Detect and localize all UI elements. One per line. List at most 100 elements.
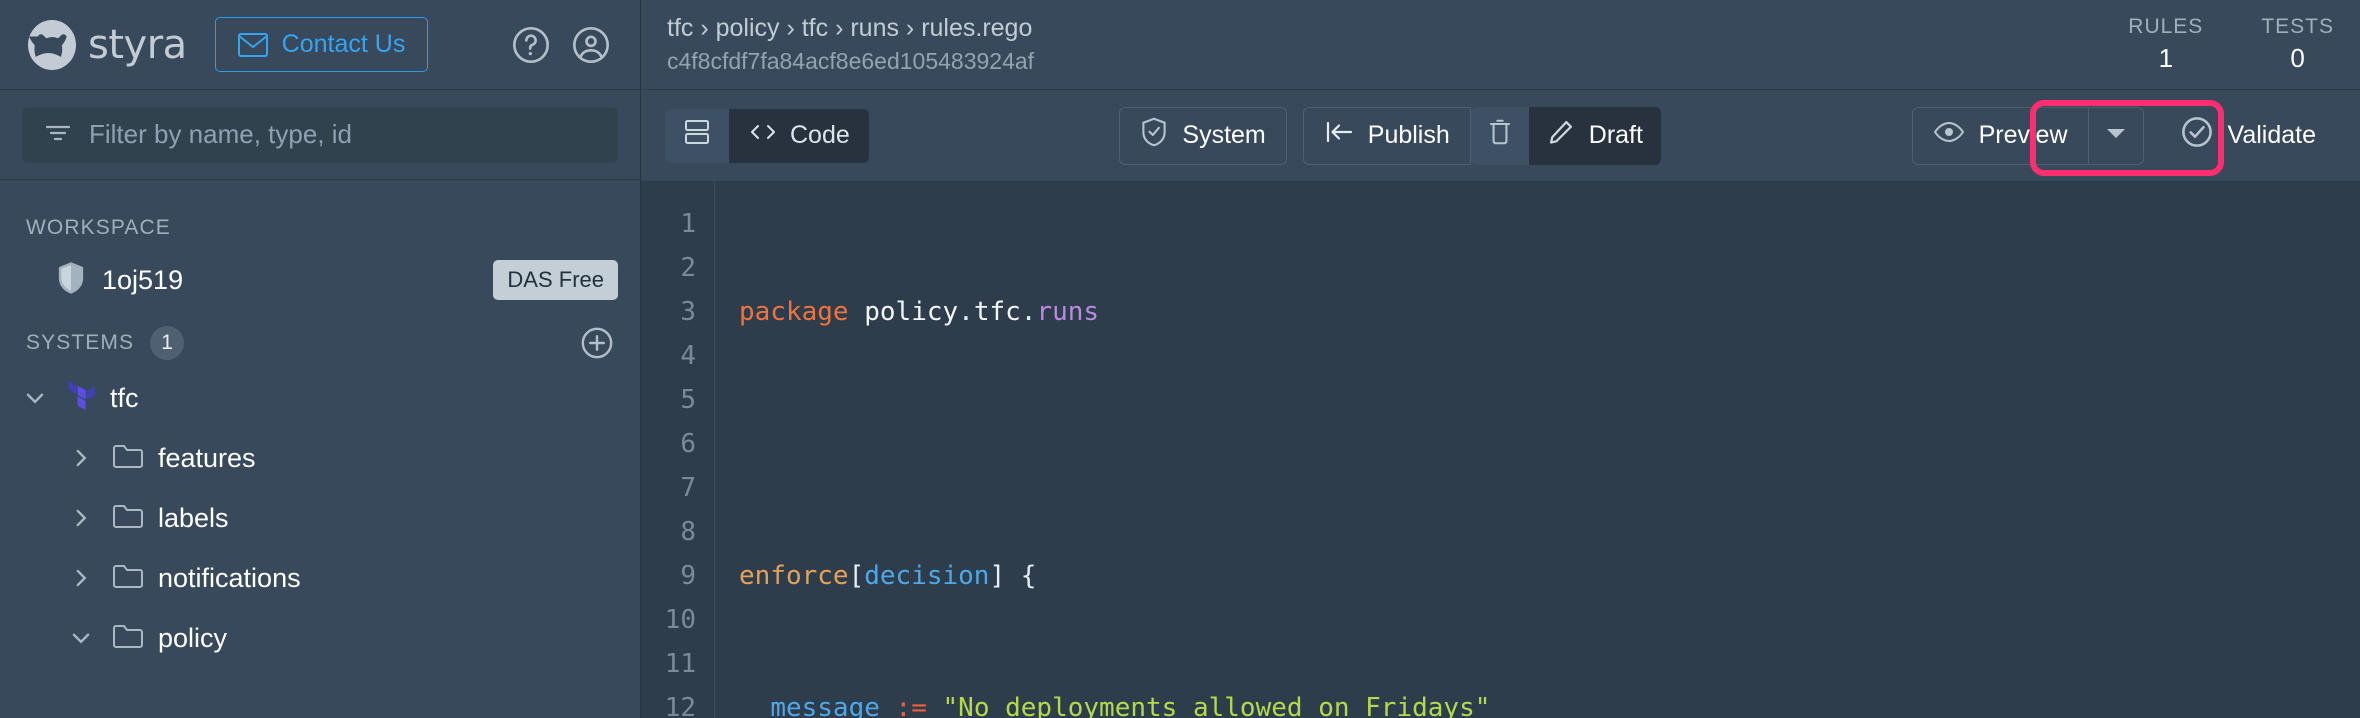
app-logo[interactable]: styra — [26, 19, 187, 71]
line-number: 9 — [680, 561, 696, 591]
check-circle-icon — [2180, 115, 2214, 156]
stat-tests-value: 0 — [2290, 43, 2305, 73]
filter-icon — [43, 120, 73, 149]
chevron-down-icon[interactable] — [18, 385, 52, 411]
main-panel: tfc › policy › tfc › runs › rules.rego c… — [640, 0, 2360, 718]
plus-circle-icon[interactable] — [580, 326, 614, 360]
sidebar-tree: WORKSPACE 1oj519 DAS Free SYSTEMS 1 tfc … — [0, 180, 640, 718]
view-mode-toggle-group: Code — [665, 108, 869, 163]
systems-section-header: SYSTEMS 1 — [0, 312, 640, 368]
publish-arrow-icon — [1324, 119, 1354, 152]
styra-bull-logo-icon — [26, 19, 78, 71]
contact-us-button[interactable]: Contact Us — [214, 17, 429, 72]
stat-rules-value: 1 — [2158, 43, 2174, 73]
line-number: 2 — [680, 253, 696, 283]
line-number: 8 — [680, 517, 696, 547]
systems-section-label: SYSTEMS — [26, 331, 135, 354]
code-line: message := "No deployments allowed on Fr… — [770, 693, 1491, 718]
breadcrumb-bar: tfc › policy › tfc › runs › rules.rego c… — [641, 0, 2360, 90]
chevron-right-icon[interactable] — [64, 505, 98, 531]
split-panel-icon — [684, 118, 710, 153]
filter-bar — [0, 90, 640, 180]
code-line: package policy.tfc.runs — [739, 297, 1100, 327]
folder-icon — [112, 502, 144, 535]
terraform-icon — [66, 379, 96, 418]
workspace-name: 1oj519 — [102, 264, 184, 295]
code-view-label: Code — [790, 121, 850, 149]
trash-icon — [1487, 117, 1513, 154]
stat-tests-label: TESTS — [2261, 15, 2334, 38]
line-number-gutter: 1 2 3 4 5 6 7 8 9 10 11 12 — [641, 182, 715, 718]
code-editor[interactable]: 1 2 3 4 5 6 7 8 9 10 11 12 package polic… — [641, 182, 2360, 718]
line-number: 10 — [664, 605, 696, 635]
stat-tests: TESTS 0 — [2261, 15, 2334, 74]
sidebar-item-features[interactable]: features — [0, 428, 640, 488]
sidebar-item-policy[interactable]: policy — [0, 608, 640, 668]
workspace-plan-badge: DAS Free — [493, 260, 618, 300]
preview-button-label: Preview — [1978, 121, 2068, 149]
breadcrumb-column: tfc › policy › tfc › runs › rules.rego c… — [667, 14, 1034, 75]
sidebar-item-tfc[interactable]: tfc — [0, 368, 640, 428]
workspace-section-label: WORKSPACE — [26, 216, 171, 239]
draft-button-label: Draft — [1588, 121, 1643, 149]
sidebar-item-label: features — [158, 442, 256, 473]
angle-brackets-icon — [748, 120, 778, 151]
help-circle-icon[interactable] — [508, 22, 554, 68]
preview-button[interactable]: Preview — [1911, 106, 2088, 165]
account-circle-icon[interactable] — [568, 22, 614, 68]
systems-count-badge: 1 — [150, 326, 185, 360]
shield-icon — [56, 261, 86, 300]
code-content[interactable]: package policy.tfc.runs enforce[decision… — [715, 182, 2360, 718]
app-root: styra Contact Us Filter by name, type, i… — [0, 0, 2360, 718]
filter-input-wrapper[interactable] — [22, 106, 618, 163]
delete-button[interactable] — [1470, 106, 1529, 165]
preview-dropdown-button[interactable] — [2087, 106, 2144, 165]
draft-actions-group: Draft — [1470, 106, 1661, 165]
sidebar-item-label: notifications — [158, 562, 301, 593]
eye-icon — [1933, 120, 1965, 151]
brand-bar: styra Contact Us — [0, 0, 640, 90]
mail-icon — [237, 32, 268, 57]
chevron-right-icon[interactable] — [64, 565, 98, 591]
caret-down-icon — [2105, 125, 2127, 146]
sidebar-item-labels[interactable]: labels — [0, 488, 640, 548]
sidebar-item-label: policy — [158, 622, 228, 653]
publish-button[interactable]: Publish — [1302, 106, 1471, 165]
line-number: 3 — [680, 297, 696, 327]
stat-rules: RULES 1 — [2128, 15, 2203, 74]
chevron-down-icon[interactable] — [64, 625, 98, 651]
preview-validate-group: Preview Validate — [1911, 106, 2337, 165]
draft-button[interactable]: Draft — [1529, 107, 1661, 165]
code-view-button[interactable]: Code — [729, 108, 869, 163]
stat-rules-label: RULES — [2128, 15, 2204, 38]
brand-name: styra — [88, 21, 187, 68]
line-number: 7 — [680, 473, 696, 503]
sidebar-item-label: tfc — [110, 382, 139, 413]
breadcrumb[interactable]: tfc › policy › tfc › runs › rules.rego — [667, 14, 1034, 43]
search-input[interactable] — [89, 119, 597, 150]
publish-button-label: Publish — [1367, 121, 1450, 149]
split-panel-button[interactable] — [665, 108, 729, 163]
folder-icon — [112, 622, 144, 655]
pencil-icon — [1547, 118, 1575, 153]
folder-icon — [112, 442, 144, 475]
line-number: 1 — [680, 209, 696, 239]
chevron-right-icon[interactable] — [64, 445, 98, 471]
sidebar: styra Contact Us Filter by name, type, i… — [0, 0, 640, 718]
line-number: 5 — [680, 385, 696, 415]
line-number: 12 — [664, 693, 696, 718]
workspace-item[interactable]: 1oj519 DAS Free — [0, 248, 640, 312]
contact-us-label: Contact Us — [281, 30, 406, 58]
folder-icon — [112, 562, 144, 595]
sidebar-item-label: labels — [158, 502, 229, 533]
system-button[interactable]: System — [1119, 106, 1287, 165]
line-number: 11 — [664, 649, 696, 679]
sidebar-item-notifications[interactable]: notifications — [0, 548, 640, 608]
policy-hash: c4f8cfdf7fa84acf8e6ed105483924af — [667, 48, 1035, 74]
line-number: 6 — [680, 429, 696, 459]
editor-toolbar: Code System Publish Draft Preview Valida… — [641, 90, 2360, 182]
validate-button-label: Validate — [2227, 121, 2317, 149]
line-number: 4 — [680, 341, 696, 371]
validate-button[interactable]: Validate — [2160, 107, 2337, 165]
